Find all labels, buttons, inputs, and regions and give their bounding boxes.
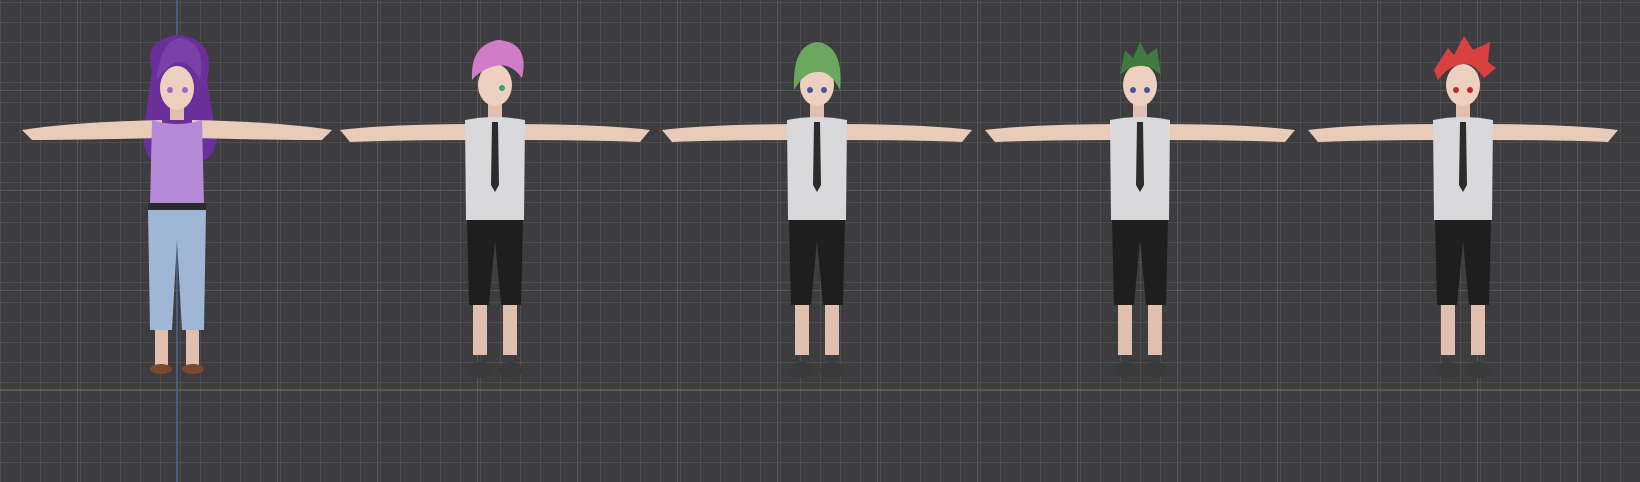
female-character-model[interactable] xyxy=(12,0,342,400)
male-character-pink-hair-model[interactable] xyxy=(330,0,660,400)
male-character-red-hair-model[interactable] xyxy=(1298,0,1628,400)
3d-viewport[interactable] xyxy=(0,0,1640,482)
male-character-dark-green-hair-model[interactable] xyxy=(975,0,1305,400)
male-character-light-green-hair-model[interactable] xyxy=(652,0,982,400)
